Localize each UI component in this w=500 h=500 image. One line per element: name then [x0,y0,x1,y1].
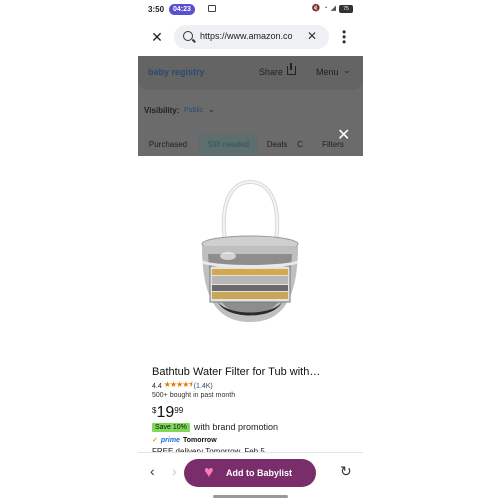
dimmed-background: baby registry Share Menu ⌄ Visibility: P… [138,56,363,156]
status-bar: 3:50 04:23 🔇 ◔ ◢ 75 [138,0,363,20]
tab-purchased[interactable]: Purchased [144,134,192,156]
promo-row: Save 10% with brand promotion [152,422,278,432]
price-currency: $ [152,406,157,415]
chevron-down-icon: ⌄ [343,65,351,75]
heart-icon: ♥ [204,464,214,481]
wifi-icon: ◔ [323,5,328,12]
registry-tabs: Purchased Still needed Deals C Filters [138,134,363,156]
status-time: 3:50 [148,5,165,14]
back-icon[interactable]: ‹ [150,463,155,479]
prime-delivery-day: Tomorrow [182,436,217,444]
url-bar[interactable]: https://www.amazon.co ✕ [174,25,329,49]
registry-title: baby registry [148,67,205,77]
price-whole: 19 [156,404,175,421]
prime-row: ✓ prime Tomorrow [152,436,217,445]
battery-icon: 75 [339,5,353,13]
screen-record-icon [208,5,216,12]
bought-count: 500+ bought in past month [152,392,236,399]
share-icon [287,63,296,75]
url-text[interactable]: https://www.amazon.co [200,31,300,41]
signal-icon: ◢ [330,5,336,12]
chevron-down-icon: ⌄ [208,105,215,114]
browser-toolbar: ✕ https://www.amazon.co ✕ • • • [138,22,363,54]
visibility-label: Visibility: [144,106,180,115]
tab-deals[interactable]: Deals [262,134,292,156]
clear-icon[interactable]: ✕ [307,29,317,43]
more-vert-icon[interactable]: • • • [342,26,346,48]
price-fraction: 99 [174,406,184,415]
rating-row[interactable]: 4.4 ★★★★⯨ (1.4K) [152,380,213,391]
phone-screen: 3:50 04:23 🔇 ◔ ◢ 75 ✕ https://www.amazon… [138,0,363,500]
save-badge: Save 10% [152,422,190,432]
promo-text: with brand promotion [193,422,278,432]
visibility-value[interactable]: Public [184,107,203,114]
home-indicator[interactable] [213,495,288,498]
screen: 3:50 04:23 🔇 ◔ ◢ 75 ✕ https://www.amazon… [0,0,500,500]
bottom-toolbar: ‹ › ♥ Add to Babylist ↻ [138,452,363,500]
prime-check-icon: ✓ [152,437,158,444]
tab-still-needed[interactable]: Still needed [198,134,258,156]
star-rating-icon: ★★★★⯨ [163,380,193,389]
menu-button[interactable]: Menu [316,67,339,77]
status-icons: 🔇 ◔ ◢ 75 [312,4,353,14]
tab-truncated[interactable]: C [296,134,304,156]
overlay-close-icon[interactable]: ✕ [337,128,350,144]
reload-icon[interactable]: ↻ [340,463,352,480]
registry-header: baby registry Share Menu ⌄ [138,56,363,90]
share-button[interactable]: Share [259,67,283,77]
product-title[interactable]: Bathtub Water Filter for Tub with… [152,366,357,378]
add-to-babylist-label: Add to Babylist [226,468,293,478]
prime-logo: prime [160,436,180,444]
add-to-babylist-button[interactable]: ♥ Add to Babylist [184,459,316,487]
search-icon [183,31,193,41]
rating-count: (1.4K) [193,382,213,390]
price: $1999 [152,404,183,422]
mute-icon: 🔇 [311,5,321,12]
forward-icon[interactable]: › [172,463,177,479]
status-timer-badge: 04:23 [169,4,195,15]
product-image [201,179,299,322]
rating-value: 4.4 [152,382,162,390]
close-icon[interactable]: ✕ [150,30,164,44]
